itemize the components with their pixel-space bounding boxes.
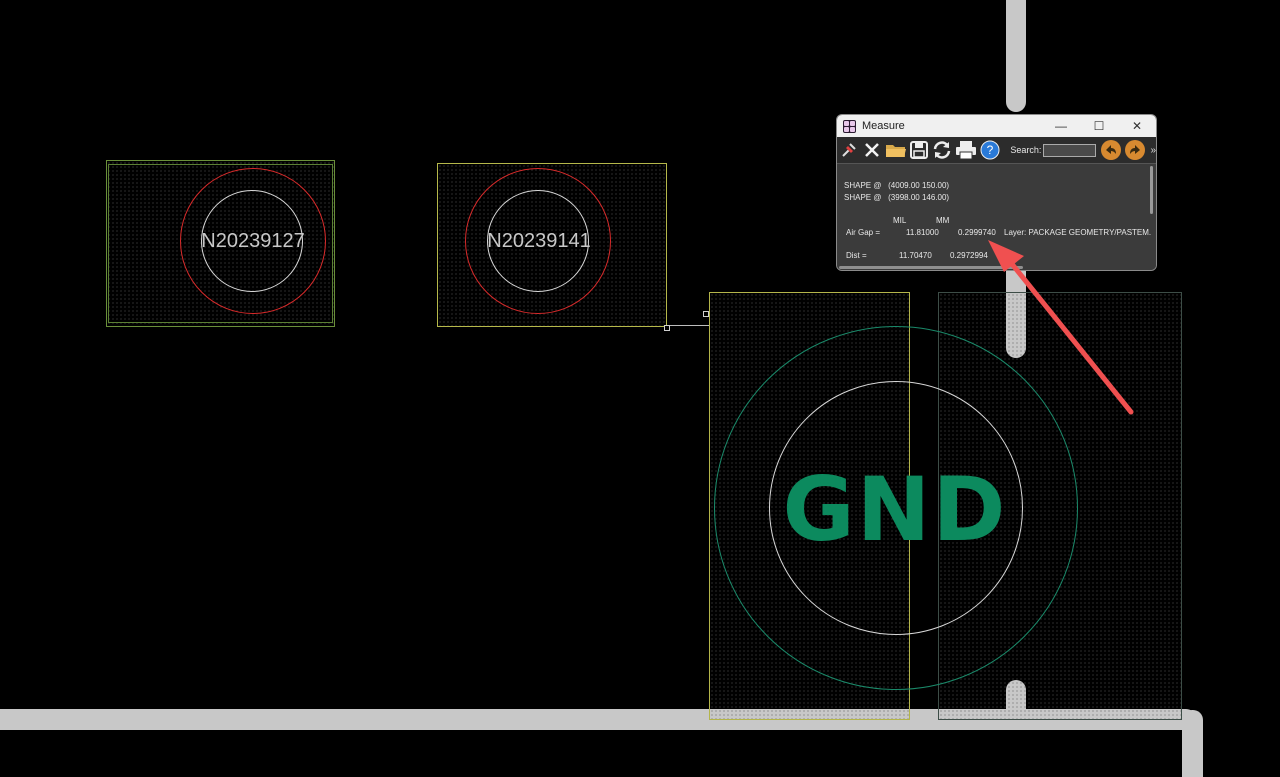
- annotation-arrow: [988, 240, 1134, 415]
